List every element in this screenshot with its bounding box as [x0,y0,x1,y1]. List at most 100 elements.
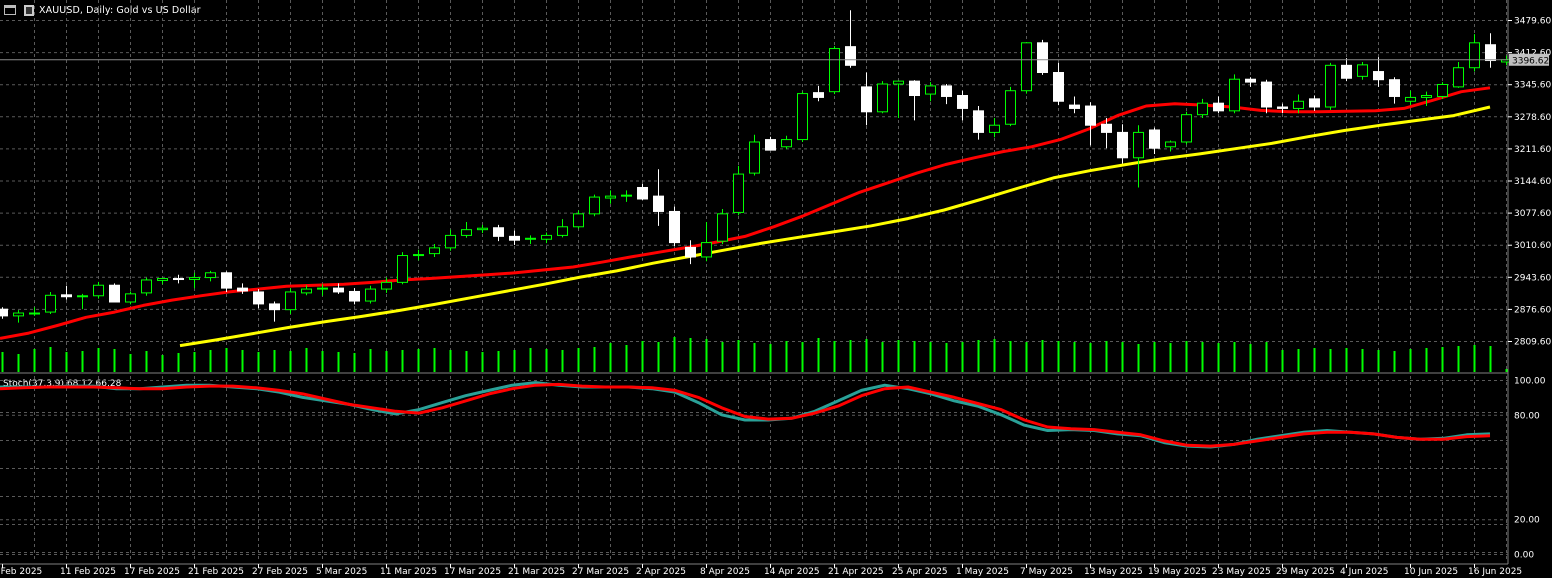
candle-body [1053,72,1064,102]
candle [941,84,952,105]
candle-body [1149,129,1160,149]
candle-body [1133,131,1144,159]
candle [1021,42,1032,94]
candle [1373,57,1384,87]
candle-body [301,288,312,294]
date-axis-label: 19 May 2025 [1148,567,1207,577]
candle [1357,61,1368,80]
candle [685,240,696,265]
date-axis-label: 27 Feb 2025 [252,567,308,577]
candle-body [1309,98,1320,108]
candle [477,224,488,234]
candle [0,307,8,319]
candle-body [1037,42,1048,74]
candle [1325,62,1336,110]
candle-body [13,312,24,317]
candle [653,169,664,226]
candle-body [557,226,568,236]
candle-body [445,234,456,249]
candle [141,277,152,296]
date-axis-label: 11 Feb 2025 [60,567,116,577]
candle-body [397,255,408,283]
candle [1261,79,1272,114]
candle [893,80,904,119]
candle [285,288,296,314]
candle-body [1405,96,1416,102]
candle-body [957,95,968,109]
candle-body [621,194,632,197]
candle-body [253,291,264,305]
candle-body [493,227,504,237]
candle-body [941,85,952,97]
candle [221,271,232,292]
candle [989,118,1000,138]
candle [1149,127,1160,154]
candle-body [989,124,1000,133]
candle [669,206,680,246]
price-axis-label: 2876.60 [1514,305,1551,315]
stochastic-level-label: 0.00 [1514,551,1534,561]
candle [1197,98,1208,119]
candle-body [845,46,856,66]
candle-body [909,80,920,97]
candle-body [573,213,584,228]
date-axis-label: 16 Jun 2025 [1468,567,1522,577]
stochastic-level-label: 20.00 [1514,516,1540,526]
candle-body [925,85,936,95]
candle [541,232,552,244]
candle-body [1005,90,1016,125]
candle [749,134,760,176]
date-axis-label: 23 May 2025 [1212,567,1271,577]
candle [461,221,472,238]
candle [29,307,40,316]
candle [845,10,856,68]
candle-body [877,83,888,113]
candle-body [29,312,40,315]
date-axis-label: 1 May 2025 [956,567,1009,577]
candle-body [365,288,376,302]
candle-body [669,210,680,244]
date-axis-label: 17 Mar 2025 [444,567,501,577]
candle-body [1277,106,1288,109]
candle [1053,62,1064,106]
date-axis-label: 21 Apr 2025 [828,567,884,577]
stochastic-level-label: 80.00 [1514,411,1540,421]
price-axis-label: 3278.60 [1514,113,1551,123]
price-axis-label: 2809.60 [1514,338,1551,348]
volume-bars [1,337,1508,372]
candle [765,136,776,151]
date-axis-label: 17 Feb 2025 [124,567,180,577]
candle-body [1421,95,1432,98]
price-chart[interactable]: 3479.603412.603345.603278.603211.603144.… [0,0,1552,578]
price-axis-label: 3010.60 [1514,241,1551,251]
candle [445,229,456,251]
candle-body [205,272,216,279]
candle [973,106,984,140]
date-axis-label: 27 Mar 2025 [572,567,629,577]
candle-body [1341,64,1352,79]
candle [1213,96,1224,114]
candle [205,270,216,282]
candle-body [173,278,184,281]
candle [877,81,888,114]
candle [93,281,104,299]
date-axis-label: 25 Apr 2025 [892,567,948,577]
candle [1469,34,1480,72]
candle-body [717,213,728,242]
date-axis-label: 8 Apr 2025 [700,567,750,577]
candle-body [0,308,8,317]
candle-body [781,139,792,148]
date-axis-label: 5 Mar 2025 [316,567,367,577]
candle [557,219,568,238]
candle [1309,95,1320,111]
candle-body [1261,81,1272,108]
price-axis-label: 3077.60 [1514,209,1551,219]
candle-body [1197,102,1208,116]
candle [957,90,968,121]
candle [109,283,120,303]
candle [781,135,792,150]
candle-body [813,92,824,98]
candle-body [77,295,88,298]
candle [621,190,632,202]
date-axis-label: 7 May 2025 [1020,567,1073,577]
